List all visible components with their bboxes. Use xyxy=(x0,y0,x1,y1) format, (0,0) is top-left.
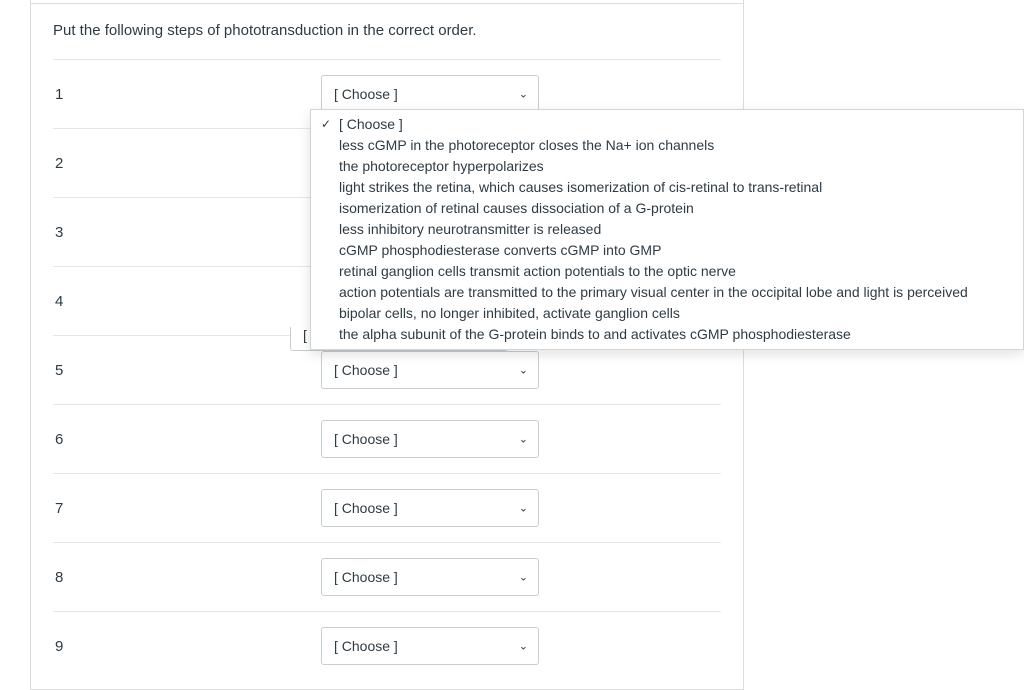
step-number: 6 xyxy=(53,431,321,448)
check-icon: ✓ xyxy=(321,115,339,134)
dropdown-option[interactable]: light strikes the retina, which causes i… xyxy=(311,177,1023,198)
select-value: [ Choose ] xyxy=(334,638,398,654)
dropdown-option[interactable]: retinal ganglion cells transmit action p… xyxy=(311,261,1023,282)
dropdown-option[interactable]: bipolar cells, no longer inhibited, acti… xyxy=(311,303,1023,324)
chevron-down-icon: ⌄ xyxy=(519,571,528,584)
select-value: [ Choose ] xyxy=(334,362,398,378)
chevron-down-icon: ⌄ xyxy=(519,88,528,101)
chevron-down-icon: ⌄ xyxy=(519,502,528,515)
step-number: 5 xyxy=(53,362,321,379)
step-row-9: 9 [ Choose ] ⌄ xyxy=(53,612,721,680)
dropdown-option[interactable]: less inhibitory neurotransmitter is rele… xyxy=(311,219,1023,240)
step-number: 1 xyxy=(53,86,321,103)
dropdown-option-label: less inhibitory neurotransmitter is rele… xyxy=(339,220,1013,239)
step-select-1[interactable]: [ Choose ] ⌄ xyxy=(321,75,539,113)
step-select-6[interactable]: [ Choose ] ⌄ xyxy=(321,420,539,458)
dropdown-option[interactable]: less cGMP in the photoreceptor closes th… xyxy=(311,135,1023,156)
dropdown-option-label: retinal ganglion cells transmit action p… xyxy=(339,262,1013,281)
dropdown-option-choose[interactable]: ✓ [ Choose ] xyxy=(311,114,1023,135)
dropdown-option[interactable]: the photoreceptor hyperpolarizes xyxy=(311,156,1023,177)
dropdown-option-label: action potentials are transmitted to the… xyxy=(339,283,1013,302)
step-number: 4 xyxy=(53,293,321,310)
chevron-down-icon: ⌄ xyxy=(519,364,528,377)
dropdown-option-label: the photoreceptor hyperpolarizes xyxy=(339,157,1013,176)
step-row-6: 6 [ Choose ] ⌄ xyxy=(53,405,721,474)
dropdown-option[interactable]: cGMP phosphodiesterase converts cGMP int… xyxy=(311,240,1023,261)
dropdown-option-label: light strikes the retina, which causes i… xyxy=(339,178,1013,197)
dropdown-option[interactable]: isomerization of retinal causes dissocia… xyxy=(311,198,1023,219)
dropdown-option[interactable]: the alpha subunit of the G-protein binds… xyxy=(311,324,1023,345)
question-text: Put the following steps of phototransduc… xyxy=(31,4,743,59)
step-row-7: 7 [ Choose ] ⌄ xyxy=(53,474,721,543)
select-value: [ Choose ] xyxy=(334,86,398,102)
step-select-9[interactable]: [ Choose ] ⌄ xyxy=(321,627,539,665)
select-value: [ Choose ] xyxy=(334,431,398,447)
step-number: 9 xyxy=(53,638,321,655)
step-number: 8 xyxy=(53,569,321,586)
dropdown-menu: ✓ [ Choose ] less cGMP in the photorecep… xyxy=(310,109,1024,350)
dropdown-option-label: bipolar cells, no longer inhibited, acti… xyxy=(339,304,1013,323)
chevron-down-icon: ⌄ xyxy=(519,433,528,446)
dropdown-option-label: [ Choose ] xyxy=(339,115,1013,134)
step-select-7[interactable]: [ Choose ] ⌄ xyxy=(321,489,539,527)
select-value: [ Choose ] xyxy=(334,500,398,516)
step-number: 2 xyxy=(53,155,321,172)
dropdown-option-label: cGMP phosphodiesterase converts cGMP int… xyxy=(339,241,1013,260)
chevron-down-icon: ⌄ xyxy=(519,640,528,653)
dropdown-option-label: the alpha subunit of the G-protein binds… xyxy=(339,325,1013,344)
step-number: 7 xyxy=(53,500,321,517)
select-value: [ Choose ] xyxy=(334,569,398,585)
step-number: 3 xyxy=(53,224,321,241)
step-select-8[interactable]: [ Choose ] ⌄ xyxy=(321,558,539,596)
dropdown-option-label: less cGMP in the photoreceptor closes th… xyxy=(339,136,1013,155)
step-row-8: 8 [ Choose ] ⌄ xyxy=(53,543,721,612)
step-select-5[interactable]: [ Choose ] ⌄ xyxy=(321,351,539,389)
dropdown-option-label: isomerization of retinal causes dissocia… xyxy=(339,199,1013,218)
dropdown-option[interactable]: action potentials are transmitted to the… xyxy=(311,282,1023,303)
